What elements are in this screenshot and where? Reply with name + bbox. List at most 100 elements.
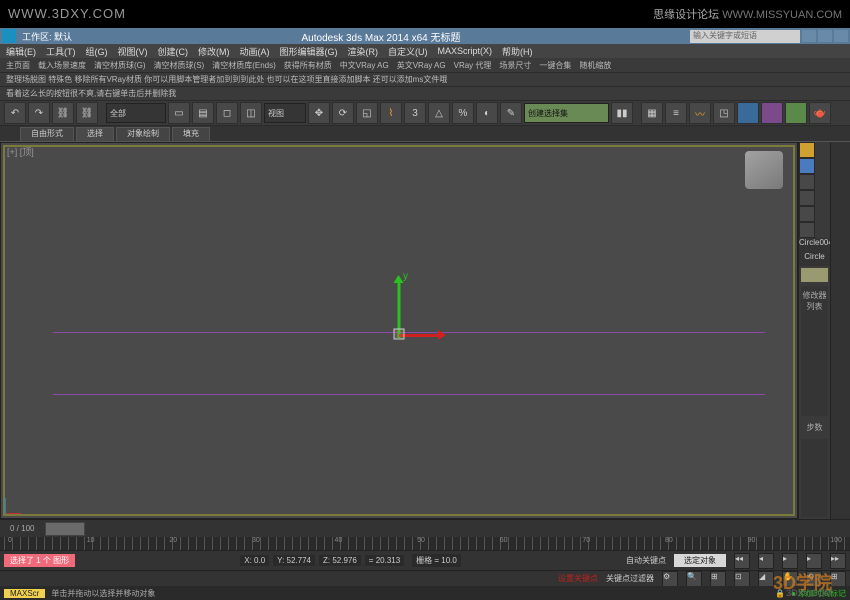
object-name-field[interactable]: Circle004	[799, 238, 830, 252]
maximize-viewport-button[interactable]: ⊞	[830, 571, 846, 587]
menu-group[interactable]: 组(G)	[86, 45, 108, 58]
scale-button[interactable]: ◱	[356, 102, 378, 124]
coord-y[interactable]: Y: 52.774	[273, 555, 315, 566]
coord-z[interactable]: Z: 52.976	[319, 555, 361, 566]
maximize-button[interactable]	[818, 30, 832, 42]
display-tab-icon[interactable]	[799, 206, 815, 222]
redo-button[interactable]: ↷	[28, 102, 50, 124]
move-button[interactable]: ✥	[308, 102, 330, 124]
select-name-button[interactable]: ▤	[192, 102, 214, 124]
script-btn[interactable]: 清空材质球(S)	[154, 60, 205, 71]
time-config-button[interactable]: ⚙	[662, 571, 678, 587]
menu-render[interactable]: 渲染(R)	[348, 45, 379, 58]
menu-help[interactable]: 帮助(H)	[502, 45, 533, 58]
workspace-selector[interactable]: 工作区: 默认	[22, 30, 72, 43]
angle-snap-toggle[interactable]: △	[428, 102, 450, 124]
script-btn[interactable]: 英文VRay AG	[397, 60, 446, 71]
viewcube[interactable]	[745, 151, 783, 189]
time-slider[interactable]: 0 / 100	[0, 519, 850, 537]
time-slider-handle[interactable]	[45, 522, 85, 536]
render-setup-button[interactable]	[761, 102, 783, 124]
percent-snap-toggle[interactable]: %	[452, 102, 474, 124]
close-button[interactable]	[834, 30, 848, 42]
maxscript-listener-button[interactable]: MAXScr	[4, 589, 45, 598]
keyfilter-button[interactable]: 关键点过滤器	[606, 573, 654, 584]
menu-create[interactable]: 创建(C)	[158, 45, 189, 58]
track-bar[interactable]: 01020 304050 607080 90100	[0, 537, 850, 550]
zoom-button[interactable]: 🔍	[686, 571, 702, 587]
help-search-input[interactable]: 输入关键字或短语	[690, 30, 800, 43]
menu-view[interactable]: 视图(V)	[118, 45, 148, 58]
scene-spline-2[interactable]	[53, 394, 765, 395]
modify-tab-icon[interactable]	[799, 158, 815, 174]
scene-spline-1[interactable]	[53, 332, 765, 333]
object-color-swatch[interactable]	[801, 268, 828, 282]
curve-editor-button[interactable]: 〰	[689, 102, 711, 124]
select-region-button[interactable]: ◻	[216, 102, 238, 124]
script-btn[interactable]: 清空材质球(G)	[94, 60, 146, 71]
utilities-tab-icon[interactable]	[799, 222, 815, 238]
app-icon[interactable]	[2, 29, 16, 43]
params-rollout[interactable]	[801, 439, 828, 517]
align-button[interactable]: ▦	[641, 102, 663, 124]
minimize-button[interactable]	[802, 30, 816, 42]
hierarchy-tab-icon[interactable]	[799, 174, 815, 190]
motion-tab-icon[interactable]	[799, 190, 815, 206]
script-btn[interactable]: 载入场景速度	[38, 60, 86, 71]
manipulate-button[interactable]: ⌇	[380, 102, 402, 124]
script-hint-row2[interactable]: 看着这么长的按钮很不爽,请右键单击后并删除我	[0, 86, 850, 100]
menu-modify[interactable]: 修改(M)	[198, 45, 230, 58]
selection-filter-dropdown[interactable]: 全部	[106, 103, 166, 123]
gizmo-x-axis[interactable]	[399, 334, 439, 337]
layers-button[interactable]: ≡	[665, 102, 687, 124]
menu-tools[interactable]: 工具(T)	[46, 45, 76, 58]
rotate-button[interactable]: ⟳	[332, 102, 354, 124]
window-crossing-button[interactable]: ◫	[240, 102, 262, 124]
script-btn[interactable]: 中文VRay AG	[340, 60, 389, 71]
gizmo-origin[interactable]	[394, 329, 405, 340]
menu-grapheditors[interactable]: 图形编辑器(G)	[280, 45, 338, 58]
link-button[interactable]: ⛓	[52, 102, 74, 124]
script-btn[interactable]: 场景尺寸	[499, 60, 531, 71]
snap-toggle[interactable]: 3	[404, 102, 426, 124]
render-frame-button[interactable]	[785, 102, 807, 124]
script-btn[interactable]: 随机缩放	[579, 60, 611, 71]
zoom-all-button[interactable]: ⊞	[710, 571, 726, 587]
tab-selection[interactable]: 选择	[76, 127, 114, 141]
material-editor-button[interactable]	[737, 102, 759, 124]
object-name-field2[interactable]: Circle	[799, 252, 830, 266]
unlink-button[interactable]: ⛓	[76, 102, 98, 124]
script-btn[interactable]: 主页面	[6, 60, 30, 71]
mirror-button[interactable]: ▮▮	[611, 102, 633, 124]
menu-edit[interactable]: 编辑(E)	[6, 45, 36, 58]
select-button[interactable]: ▭	[168, 102, 190, 124]
script-btn[interactable]: VRay 代理	[454, 60, 492, 71]
edit-named-sel-button[interactable]: ✎	[500, 102, 522, 124]
goto-end-button[interactable]: ▸▸	[830, 553, 846, 569]
named-selection-dropdown[interactable]: 创建选择集	[524, 103, 609, 123]
schematic-button[interactable]: ◳	[713, 102, 735, 124]
viewport[interactable]: [+] [顶] y	[0, 142, 798, 519]
setkey-toggle[interactable]: 设置关键点	[558, 573, 598, 584]
command-panel-scroll[interactable]	[830, 142, 850, 519]
zoom-extents-button[interactable]: ⊡	[734, 571, 750, 587]
menu-maxscript[interactable]: MAXScript(X)	[438, 46, 493, 56]
menu-animation[interactable]: 动画(A)	[240, 45, 270, 58]
play-button[interactable]: ▸	[782, 553, 798, 569]
undo-button[interactable]: ↶	[4, 102, 26, 124]
goto-start-button[interactable]: ◂◂	[734, 553, 750, 569]
script-btn[interactable]: 一键合集	[539, 60, 571, 71]
render-button[interactable]: 🫖	[809, 102, 831, 124]
modifier-stack[interactable]: 修改器列表	[801, 286, 828, 416]
coord-x[interactable]: X: 0.0	[240, 555, 269, 566]
menu-customize[interactable]: 自定义(U)	[388, 45, 428, 58]
tab-objectpaint[interactable]: 对象绘制	[116, 127, 170, 141]
view-dropdown[interactable]: 视图	[264, 103, 306, 123]
autokey-toggle[interactable]: 自动关键点	[626, 555, 666, 566]
create-tab-icon[interactable]	[799, 142, 815, 158]
spinner-snap-toggle[interactable]: ◐	[476, 102, 498, 124]
tab-populate[interactable]: 填充	[172, 127, 210, 141]
selection-filter-status[interactable]: 选定对象	[674, 554, 726, 567]
script-btn[interactable]: 获得所有材质	[284, 60, 332, 71]
next-frame-button[interactable]: ▸	[806, 553, 822, 569]
